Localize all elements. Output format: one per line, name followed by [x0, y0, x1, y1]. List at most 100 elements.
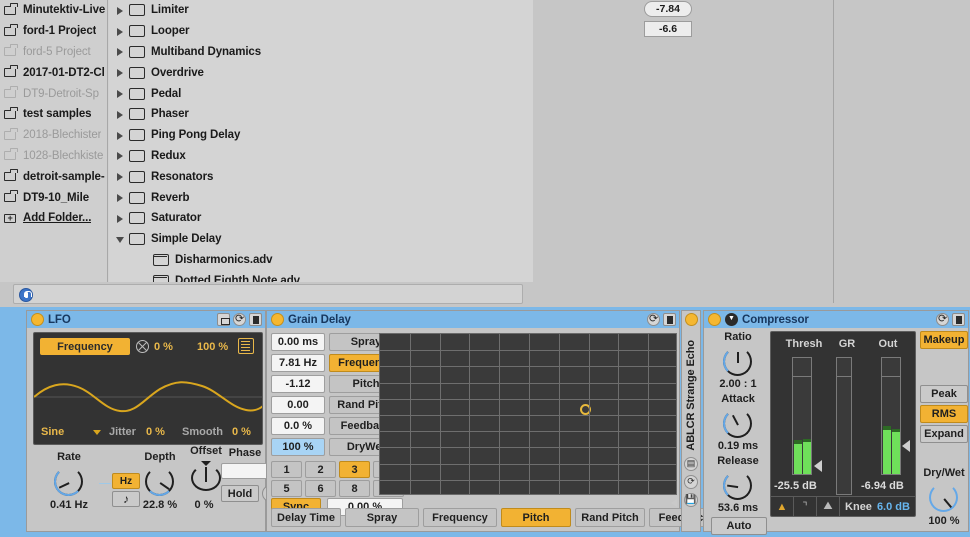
browser-place-item[interactable]: DT9-10_Mile [0, 187, 107, 208]
detect-peak-button[interactable]: Peak [920, 385, 968, 403]
grain-delay-beat-button[interactable]: 5 [271, 480, 302, 497]
disable-modulation-icon[interactable] [136, 340, 149, 353]
browser-device-item[interactable]: Resonators [109, 166, 533, 187]
unfold-icon[interactable] [217, 313, 230, 326]
chevron-right-icon[interactable] [115, 192, 127, 204]
delay-offset-slider-arrow[interactable] [394, 499, 677, 507]
thresh-meter-rail[interactable] [792, 357, 812, 475]
grain-delay-value-0[interactable]: 0.00 ms [271, 333, 325, 351]
grain-delay-beat-button[interactable]: 8 [339, 480, 370, 497]
browser-place-item[interactable]: 2018-Blechister [0, 125, 107, 146]
device-title-bar-lfo[interactable]: LFO [27, 311, 265, 328]
chevron-right-icon[interactable] [115, 150, 127, 162]
rate-knob[interactable] [52, 465, 86, 495]
browser-preset-item[interactable]: Dotted Eighth Note.adv [109, 270, 533, 282]
grain-delay-value-5[interactable]: 100 % [271, 438, 325, 456]
offset-knob[interactable] [189, 461, 223, 491]
device-compressor[interactable]: Compressor Ratio 2.00 : 1 Attack 0.19 ms [703, 310, 969, 532]
auto-release-button[interactable]: Auto [711, 517, 767, 535]
browser-place-item[interactable]: ford-5 Project [0, 42, 107, 63]
attack-knob[interactable] [721, 407, 755, 437]
lfo-display[interactable]: Frequency 0 % 100 % Sine Jitter 0 % Smoo… [33, 332, 263, 445]
browser-device-item[interactable]: Ping Pong Delay [109, 125, 533, 146]
browser-device-item[interactable]: Pedal [109, 83, 533, 104]
chevron-down-icon[interactable] [93, 430, 101, 435]
out-value[interactable]: -6.94 dB [861, 480, 904, 492]
hot-swap-icon[interactable]: ⟳ [684, 475, 698, 489]
depth-knob[interactable] [143, 465, 177, 495]
release-knob[interactable] [721, 469, 755, 499]
rate-hz-button[interactable]: Hz [112, 473, 140, 489]
status-bar-field[interactable] [13, 284, 523, 304]
grain-delay-beat-button[interactable]: 6 [305, 480, 336, 497]
grain-delay-xy-assign-button[interactable]: Rand Pitch [575, 508, 645, 527]
grain-delay-value-4[interactable]: 0.0 % [271, 417, 325, 435]
lfo-shape-value[interactable]: Sine [41, 426, 64, 438]
out-meter-rail[interactable] [881, 357, 901, 475]
map-icon[interactable] [725, 313, 738, 326]
chevron-right-icon[interactable] [115, 212, 127, 224]
browser-device-item[interactable]: Overdrive [109, 62, 533, 83]
grain-delay-value-1[interactable]: 7.81 Hz [271, 354, 325, 372]
browser-place-item[interactable]: ford-1 Project [0, 21, 107, 42]
save-icon[interactable] [952, 313, 965, 326]
lfo-amount-a[interactable]: 0 % [154, 341, 173, 353]
output-handle[interactable] [902, 440, 910, 452]
device-lfo[interactable]: LFO Frequency 0 % 100 % Sine [26, 310, 266, 532]
browser-device-item[interactable]: Simple Delay [109, 229, 533, 250]
hot-swap-icon[interactable] [19, 288, 33, 302]
modulation-list-icon[interactable] [238, 338, 254, 354]
lfo-amount-b[interactable]: 100 % [197, 341, 228, 353]
rate-value[interactable]: 0.41 Hz [37, 499, 101, 511]
ratio-knob[interactable] [721, 345, 755, 375]
detect-rms-button[interactable]: RMS [920, 405, 968, 423]
knee-curve-icon[interactable]: ⌝ [794, 497, 817, 516]
browser-device-item[interactable]: Phaser [109, 104, 533, 125]
browser-place-item[interactable]: 1028-Blechkiste [0, 146, 107, 167]
grain-delay-value-3[interactable]: 0.00 [271, 396, 325, 414]
browser-place-item[interactable]: detroit-sample- [0, 166, 107, 187]
makeup-button[interactable]: Makeup [920, 331, 968, 349]
hot-swap-icon[interactable] [233, 313, 246, 326]
browser-devices-column[interactable]: LimiterLooperMultiband DynamicsOverdrive… [109, 0, 533, 282]
device-title-bar-grain-delay[interactable]: Grain Delay [267, 311, 679, 328]
add-folder-button[interactable]: Add Folder... [0, 208, 107, 229]
drywet-value[interactable]: 100 % [920, 515, 968, 527]
hold-button[interactable]: Hold [221, 485, 259, 502]
ratio-value[interactable]: 2.00 : 1 [708, 378, 768, 390]
device-ablcr-strange-echo-collapsed[interactable]: ABLCR Strange Echo ▤ ⟳ 💾 [681, 310, 701, 532]
release-value[interactable]: 53.6 ms [708, 502, 768, 514]
led-icon[interactable] [31, 313, 44, 326]
save-icon[interactable] [249, 313, 262, 326]
device-grain-delay[interactable]: Grain Delay 0.00 msSpray7.81 HzFrequency… [266, 310, 680, 532]
sidechain-icon[interactable]: ⛰ [817, 497, 840, 516]
save-icon[interactable] [663, 313, 676, 326]
grain-delay-xy-pad[interactable] [379, 333, 677, 495]
browser-device-item[interactable]: Reverb [109, 187, 533, 208]
browser-place-item[interactable]: Minutektiv-Live [0, 0, 107, 21]
attack-value[interactable]: 0.19 ms [708, 440, 768, 452]
led-icon[interactable] [271, 313, 284, 326]
chevron-right-icon[interactable] [115, 67, 127, 79]
threshold-handle[interactable] [814, 460, 822, 472]
grain-delay-xy-assign-button[interactable]: Delay Time [271, 508, 341, 527]
grain-delay-beat-button[interactable]: 3 [339, 461, 370, 478]
drywet-knob[interactable] [927, 481, 961, 511]
expand-button[interactable]: Expand [920, 425, 968, 443]
browser-device-item[interactable]: Redux [109, 146, 533, 167]
browser-device-item[interactable]: Saturator [109, 208, 533, 229]
chevron-down-icon[interactable] [115, 233, 127, 245]
chevron-right-icon[interactable] [115, 25, 127, 37]
thresh-value[interactable]: -25.5 dB [774, 480, 817, 492]
browser-place-item[interactable]: DT9-Detroit-Sp [0, 83, 107, 104]
chevron-right-icon[interactable] [115, 46, 127, 58]
browser-places-column[interactable]: Minutektiv-Liveford-1 Projectford-5 Proj… [0, 0, 108, 282]
grain-delay-beat-button[interactable]: 2 [305, 461, 336, 478]
peak-value-display[interactable]: -7.84 [644, 1, 692, 17]
chevron-right-icon[interactable] [115, 129, 127, 141]
lfo-target-label[interactable]: Frequency [40, 338, 130, 355]
volume-value-display[interactable]: -6.6 [644, 21, 692, 37]
knee-control[interactable]: Knee 6.0 dB [840, 501, 915, 513]
browser-place-item[interactable]: 2017-01-DT2-Cl [0, 62, 107, 83]
grain-delay-xy-assign-button[interactable]: Spray [345, 508, 419, 527]
